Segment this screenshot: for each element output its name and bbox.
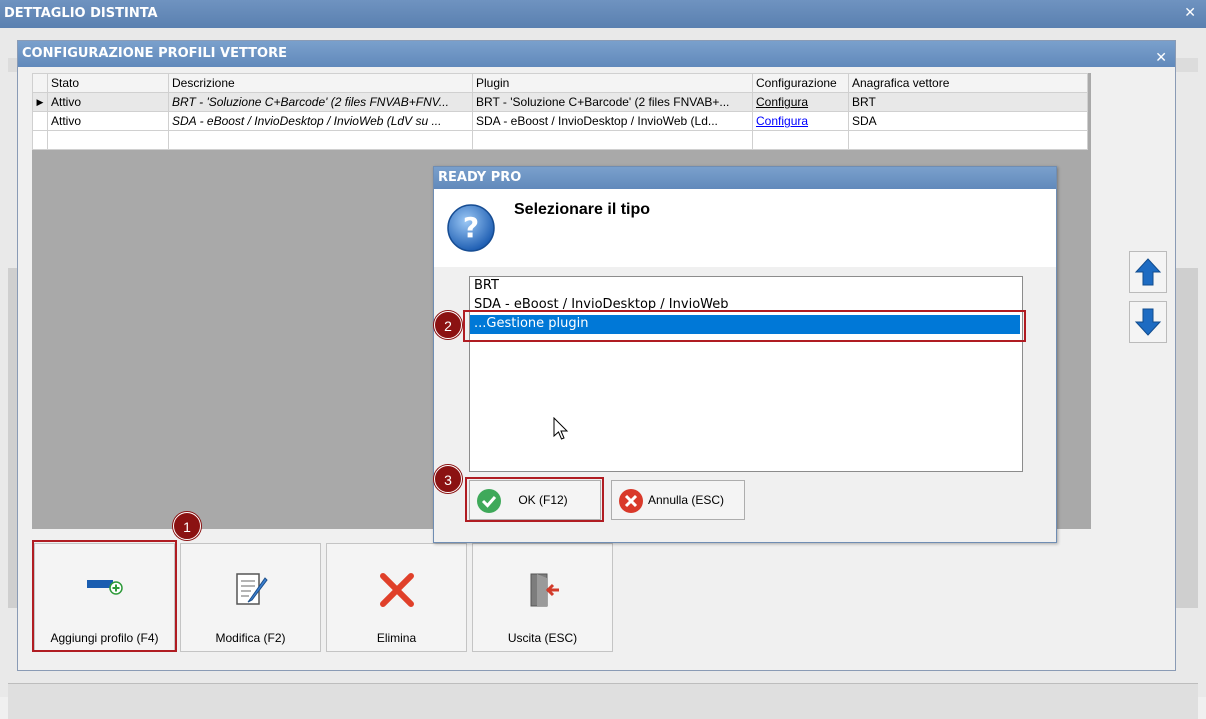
callout-box-add-profile: [32, 540, 177, 652]
table-row[interactable]: Attivo SDA - eBoost / InvioDesktop / Inv…: [32, 111, 1088, 131]
configura-link[interactable]: Configura: [756, 114, 808, 128]
exit-button[interactable]: Uscita (ESC): [472, 543, 613, 652]
arrow-down-icon: [1134, 308, 1162, 336]
callout-badge-1: 1: [173, 512, 201, 540]
column-header-descrizione[interactable]: Descrizione: [168, 73, 473, 93]
edit-icon: [231, 570, 271, 613]
column-header-stato[interactable]: Stato: [47, 73, 169, 93]
cell-stato[interactable]: Attivo: [47, 111, 169, 131]
cell-descrizione[interactable]: SDA - eBoost / InvioDesktop / InvioWeb (…: [168, 111, 473, 131]
mouse-cursor-icon: [553, 416, 569, 444]
exit-label: Uscita (ESC): [507, 631, 578, 645]
row-pointer-icon: ▶: [32, 92, 48, 112]
row-selector[interactable]: [32, 111, 48, 131]
cell-empty[interactable]: [848, 130, 1088, 150]
close-icon[interactable]: ✕: [1155, 45, 1167, 71]
column-header-anagrafica[interactable]: Anagrafica vettore: [848, 73, 1088, 93]
configura-link[interactable]: Configura: [756, 95, 808, 109]
cell-plugin[interactable]: BRT - 'Soluzione C+Barcode' (2 files FNV…: [472, 92, 753, 112]
question-icon: ?: [446, 203, 496, 256]
delete-label: Elimina: [376, 631, 417, 645]
cell-plugin[interactable]: SDA - eBoost / InvioDesktop / InvioWeb (…: [472, 111, 753, 131]
column-header-configurazione[interactable]: Configurazione: [752, 73, 849, 93]
callout-box-gestione-plugin: [463, 310, 1026, 342]
config-window-title: CONFIGURAZIONE PROFILI VETTORE: [22, 46, 287, 61]
move-up-button[interactable]: [1129, 251, 1167, 293]
row-selector-header: [32, 73, 48, 93]
dialog-header: ? Selezionare il tipo: [434, 189, 1056, 267]
cell-stato[interactable]: Attivo: [47, 92, 169, 112]
cell-configurazione[interactable]: Configura: [752, 111, 849, 131]
arrow-up-icon: [1134, 258, 1162, 286]
dialog-titlebar: READY PRO: [434, 167, 1056, 189]
table-row-new[interactable]: [32, 130, 1088, 150]
callout-box-ok: [465, 477, 604, 522]
outer-window-title: DETTAGLIO DISTINTA: [4, 6, 158, 21]
row-selector[interactable]: [32, 130, 48, 150]
cell-configurazione[interactable]: Configura: [752, 92, 849, 112]
callout-badge-2: 2: [434, 311, 462, 339]
config-window-titlebar: CONFIGURAZIONE PROFILI VETTORE ✕: [18, 41, 1175, 67]
dialog-heading: Selezionare il tipo: [514, 201, 651, 218]
background-button-strip: [8, 683, 1198, 719]
edit-button[interactable]: Modifica (F2): [180, 543, 321, 652]
table-row[interactable]: ▶ Attivo BRT - 'Soluzione C+Barcode' (2 …: [32, 92, 1088, 112]
cell-empty[interactable]: [472, 130, 753, 150]
edit-label: Modifica (F2): [215, 631, 286, 645]
move-down-button[interactable]: [1129, 301, 1167, 343]
cancel-label: Annulla (ESC): [647, 493, 725, 507]
delete-x-icon: [377, 570, 417, 613]
grid-header: Stato Descrizione Plugin Configurazione …: [32, 73, 1088, 93]
outer-window-titlebar: DETTAGLIO DISTINTA ✕: [0, 0, 1206, 28]
profiles-grid: Stato Descrizione Plugin Configurazione …: [32, 73, 1088, 150]
cancel-button[interactable]: Annulla (ESC): [611, 480, 745, 520]
svg-text:?: ?: [463, 211, 479, 244]
close-icon[interactable]: ✕: [1184, 6, 1196, 20]
cell-descrizione[interactable]: BRT - 'Soluzione C+Barcode' (2 files FNV…: [168, 92, 473, 112]
exit-door-icon: [523, 570, 563, 613]
cell-anagrafica[interactable]: SDA: [848, 111, 1088, 131]
delete-button[interactable]: Elimina: [326, 543, 467, 652]
cell-empty[interactable]: [168, 130, 473, 150]
cell-anagrafica[interactable]: BRT: [848, 92, 1088, 112]
column-header-plugin[interactable]: Plugin: [472, 73, 753, 93]
list-item[interactable]: BRT: [470, 277, 1022, 296]
callout-badge-3: 3: [434, 465, 462, 493]
cell-empty[interactable]: [752, 130, 849, 150]
cell-empty[interactable]: [47, 130, 169, 150]
